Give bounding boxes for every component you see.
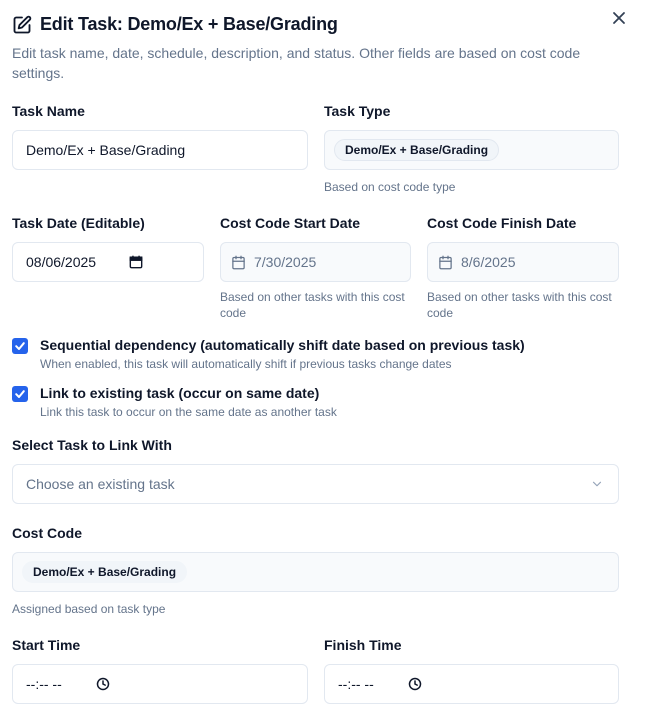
sequential-dependency-label[interactable]: Sequential dependency (automatically shi… [40, 337, 525, 353]
cost-code-finish-field: 8/6/2025 [427, 242, 619, 282]
select-link-dropdown[interactable]: Choose an existing task [12, 464, 619, 504]
task-type-field: Demo/Ex + Base/Grading [324, 130, 619, 170]
check-icon [15, 390, 25, 398]
calendar-icon [231, 255, 246, 270]
cost-code-finish-label: Cost Code Finish Date [427, 215, 577, 231]
cost-code-start-helper: Based on other tasks with this cost code [220, 290, 405, 320]
cost-code-field: Demo/Ex + Base/Grading [12, 552, 619, 592]
calendar-icon[interactable] [129, 255, 143, 269]
task-type-helper: Based on cost code type [324, 180, 456, 194]
sequential-dependency-description: When enabled, this task will automatical… [40, 357, 452, 371]
task-date-label: Task Date (Editable) [12, 215, 145, 231]
cost-code-finish-value: 8/6/2025 [461, 254, 516, 270]
close-icon[interactable] [609, 8, 629, 28]
task-name-value: Demo/Ex + Base/Grading [26, 142, 186, 158]
task-name-input[interactable]: Demo/Ex + Base/Grading [12, 130, 308, 170]
dialog-title: Edit Task: Demo/Ex + Base/Grading [40, 14, 338, 34]
cost-code-start-field: 7/30/2025 [220, 242, 411, 282]
link-task-label[interactable]: Link to existing task (occur on same dat… [40, 385, 337, 401]
link-task-checkbox[interactable] [12, 386, 28, 402]
cost-code-label: Cost Code [12, 525, 82, 541]
task-type-badge: Demo/Ex + Base/Grading [334, 139, 500, 161]
start-time-input[interactable]: --:-- -- [12, 664, 308, 704]
check-icon [15, 342, 25, 350]
finish-time-value: --:-- -- [338, 676, 374, 692]
dialog-description: Edit task name, date, schedule, descript… [12, 45, 581, 81]
task-name-label: Task Name [12, 103, 85, 119]
sequential-dependency-row: Sequential dependency (automatically shi… [12, 337, 525, 371]
sequential-dependency-checkbox[interactable] [12, 338, 28, 354]
calendar-icon [438, 255, 453, 270]
select-link-placeholder: Choose an existing task [26, 476, 175, 492]
cost-code-badge: Demo/Ex + Base/Grading [22, 561, 188, 583]
cost-code-start-label: Cost Code Start Date [220, 215, 361, 231]
start-time-value: --:-- -- [26, 676, 62, 692]
dialog-header: Edit Task: Demo/Ex + Base/Grading [12, 14, 338, 35]
link-task-row: Link to existing task (occur on same dat… [12, 385, 337, 419]
task-type-label: Task Type [324, 103, 391, 119]
edit-icon [12, 15, 32, 35]
select-link-label: Select Task to Link With [12, 437, 172, 453]
cost-code-finish-helper: Based on other tasks with this cost code [427, 290, 612, 320]
clock-icon[interactable] [96, 677, 110, 691]
task-date-value: 08/06/2025 [26, 254, 97, 270]
cost-code-helper: Assigned based on task type [12, 602, 166, 616]
cost-code-start-value: 7/30/2025 [254, 254, 317, 270]
start-time-label: Start Time [12, 637, 81, 653]
finish-time-input[interactable]: --:-- -- [324, 664, 619, 704]
edit-task-dialog: Edit Task: Demo/Ex + Base/Grading Edit t… [0, 0, 646, 721]
finish-time-label: Finish Time [324, 637, 402, 653]
chevron-down-icon [590, 477, 604, 491]
task-date-input[interactable]: 08/06/2025 [12, 242, 204, 282]
clock-icon[interactable] [408, 677, 422, 691]
link-task-description: Link this task to occur on the same date… [40, 405, 337, 419]
